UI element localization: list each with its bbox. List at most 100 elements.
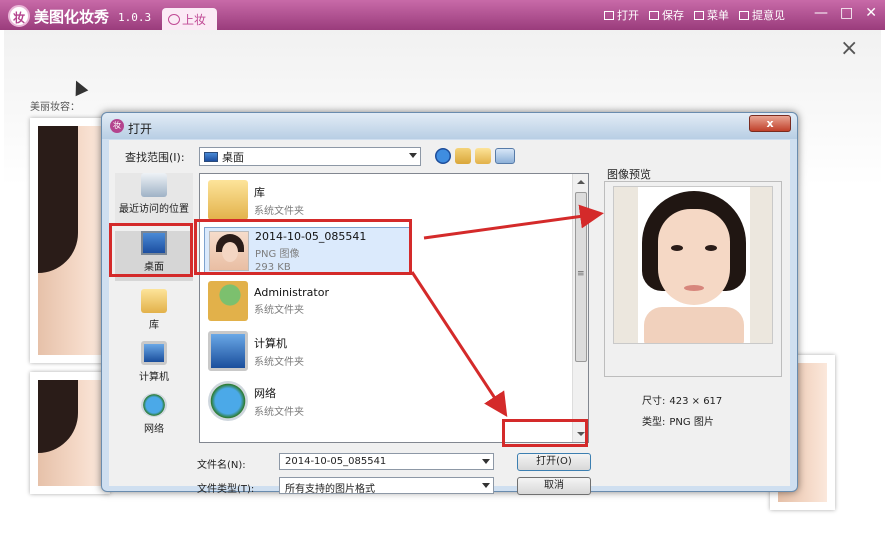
preview-type-label: 类型:: [642, 417, 666, 428]
lookin-value: 桌面: [222, 150, 244, 164]
user-folder-icon: [208, 281, 248, 321]
filetype-value: 所有支持的图片格式: [285, 484, 375, 495]
file-name: 计算机: [254, 336, 287, 350]
file-type: 系统文件夹: [254, 356, 304, 368]
app-name: 美图化妆秀: [34, 8, 110, 26]
lookin-label: 查找范围(I):: [125, 151, 185, 164]
dialog-content: 查找范围(I): 桌面 最近访问的位置 桌面 库 计算机 网络 库 系统文件夹 …: [109, 140, 790, 495]
back-icon[interactable]: [435, 148, 451, 164]
file-list-scrollbar[interactable]: ≡: [572, 174, 588, 442]
makeup-tab-icon: [168, 14, 180, 25]
chevron-down-icon[interactable]: [482, 459, 490, 464]
menu-save-button[interactable]: 保存: [649, 7, 684, 23]
folder-icon: [208, 180, 248, 220]
filename-input[interactable]: 2014-10-05_085541: [279, 453, 494, 470]
tab-makeup[interactable]: 上妆: [162, 8, 217, 30]
preview-panel: [604, 181, 782, 377]
menu-feedback-label: 提意见: [752, 9, 785, 22]
filetype-label: 文件类型(T):: [197, 484, 255, 495]
file-item-administrator[interactable]: Administrator 系统文件夹: [204, 277, 574, 325]
window-controls: — □ ✕: [814, 5, 877, 21]
preview-size: 尺寸: 423 × 617: [642, 392, 722, 407]
makeup-section-label: 美丽妆容：: [30, 102, 80, 113]
file-type: 系统文件夹: [254, 406, 304, 418]
computer-icon: [141, 341, 167, 365]
app-menu: 打开 保存 菜单 提意见: [604, 7, 785, 23]
preview-size-value: 423 × 617: [669, 396, 723, 407]
feedback-icon: [739, 10, 749, 20]
tab-makeup-label: 上妆: [182, 13, 207, 27]
up-folder-icon[interactable]: [455, 148, 471, 164]
network-icon: [141, 393, 167, 417]
place-network[interactable]: 网络: [115, 393, 193, 435]
annotation-box-desktop: [109, 223, 193, 277]
file-name: Administrator: [254, 286, 329, 299]
navigation-toolbar: [435, 148, 515, 164]
file-item-network[interactable]: 网络 系统文件夹: [204, 377, 574, 425]
library-icon: [141, 289, 167, 313]
computer-icon: [208, 331, 248, 371]
menu-save-label: 保存: [662, 9, 684, 22]
dialog-close-button[interactable]: x: [749, 115, 791, 132]
annotation-box-file: [194, 219, 412, 275]
file-name: 网络: [254, 386, 276, 400]
makeup-thumbnail-1[interactable]: [30, 118, 110, 363]
place-library[interactable]: 库: [115, 289, 193, 331]
folder-open-icon: [604, 10, 614, 20]
preview-label: 图像预览: [607, 168, 651, 181]
lookin-dropdown[interactable]: 桌面: [199, 147, 421, 166]
recent-places-icon: [141, 173, 167, 197]
place-network-label: 网络: [144, 424, 164, 435]
filename-value: 2014-10-05_085541: [285, 456, 387, 467]
dialog-titlebar[interactable]: 妆 打开 x: [102, 113, 797, 139]
file-type: 系统文件夹: [254, 305, 304, 316]
scrollbar-grip: ≡: [577, 269, 585, 279]
menu-open-label: 打开: [617, 9, 639, 22]
network-icon: [208, 381, 248, 421]
new-folder-icon[interactable]: [475, 148, 491, 164]
menu-menu-label: 菜单: [707, 9, 729, 22]
file-list: 库 系统文件夹 2014-10-05_085541 PNG 图像 293 KB …: [199, 173, 589, 443]
file-type: 系统文件夹: [254, 205, 304, 217]
chevron-down-icon: [409, 153, 417, 158]
open-file-dialog: 妆 打开 x 查找范围(I): 桌面 最近访问的位置 桌面 库 计算机 网络 库…: [101, 112, 798, 495]
minimize-button[interactable]: —: [814, 5, 828, 21]
file-item-computer[interactable]: 计算机 系统文件夹: [204, 327, 574, 375]
preview-type-value: PNG 图片: [669, 417, 714, 428]
app-titlebar: 妆 美图化妆秀 1.0.3 上妆 打开 保存 菜单 提意见 — □ ✕: [0, 0, 885, 30]
menu-icon: [694, 10, 704, 20]
app-version: 1.0.3: [118, 11, 152, 24]
save-icon: [649, 10, 659, 20]
view-menu-icon[interactable]: [495, 148, 515, 164]
cancel-button[interactable]: 取消: [517, 477, 591, 495]
chevron-down-icon: [482, 483, 490, 488]
close-window-button[interactable]: ✕: [865, 5, 877, 21]
menu-feedback-button[interactable]: 提意见: [739, 7, 785, 23]
menu-open-button[interactable]: 打开: [604, 7, 639, 23]
desktop-icon: [204, 151, 218, 162]
scroll-up-icon[interactable]: [577, 180, 585, 184]
app-logo: 妆: [8, 5, 30, 27]
place-recent[interactable]: 最近访问的位置: [115, 173, 193, 225]
filename-label: 文件名(N):: [197, 460, 246, 471]
place-library-label: 库: [149, 320, 159, 331]
open-button[interactable]: 打开(O): [517, 453, 591, 471]
makeup-thumbnail-2[interactable]: [30, 372, 110, 494]
dialog-app-icon: 妆: [110, 119, 124, 133]
maximize-button[interactable]: □: [840, 5, 853, 21]
preview-type: 类型: PNG 图片: [642, 413, 714, 428]
file-name: 库: [254, 185, 265, 199]
place-recent-label: 最近访问的位置: [119, 204, 189, 215]
menu-menu-button[interactable]: 菜单: [694, 7, 729, 23]
preview-image: [613, 186, 773, 344]
places-bar: 最近访问的位置 桌面 库 计算机 网络: [115, 173, 193, 443]
dialog-title: 打开: [128, 122, 153, 136]
scrollbar-thumb[interactable]: ≡: [575, 192, 587, 362]
panel-close-button[interactable]: ×: [840, 36, 858, 61]
filetype-select[interactable]: 所有支持的图片格式: [279, 477, 494, 495]
place-computer-label: 计算机: [139, 372, 169, 383]
file-item-library[interactable]: 库 系统文件夹: [204, 176, 574, 224]
preview-size-label: 尺寸:: [642, 396, 666, 407]
place-computer[interactable]: 计算机: [115, 341, 193, 383]
annotation-box-open-button: [502, 419, 588, 447]
